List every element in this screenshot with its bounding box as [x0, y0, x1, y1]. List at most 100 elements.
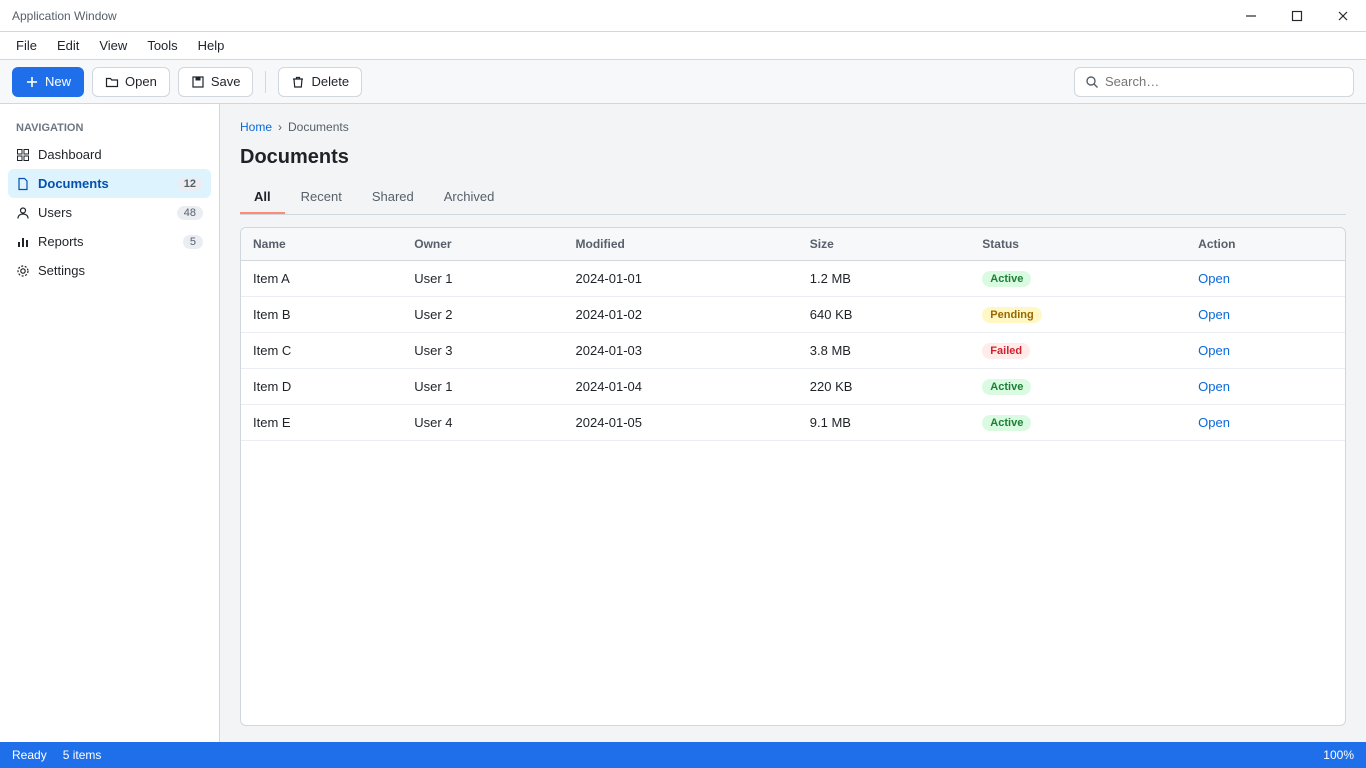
- table-row[interactable]: Item A User 1 2024-01-01 1.2 MB Active O…: [241, 260, 1345, 297]
- page-title: Documents: [240, 146, 349, 168]
- cell-size: 9.1 MB: [797, 404, 971, 441]
- window-controls: [1228, 0, 1366, 31]
- tab-all[interactable]: All: [240, 181, 285, 214]
- document-icon: [18, 177, 28, 190]
- table-row[interactable]: Item D User 1 2024-01-04 220 KB Active O…: [241, 368, 1345, 405]
- search-input[interactable]: [1105, 74, 1343, 89]
- open-link[interactable]: Open: [1198, 307, 1230, 322]
- menu-edit[interactable]: Edit: [47, 34, 89, 57]
- column-header[interactable]: Modified: [563, 228, 798, 261]
- tab-shared[interactable]: Shared: [358, 181, 428, 214]
- cell-owner: User 3: [402, 332, 564, 369]
- search-box[interactable]: [1074, 66, 1354, 97]
- table-row[interactable]: Item C User 3 2024-01-03 3.8 MB Failed O…: [241, 332, 1345, 369]
- cell-status: Failed: [970, 332, 1187, 369]
- cell-owner: User 1: [402, 260, 564, 297]
- open-button[interactable]: Open: [92, 66, 170, 97]
- bar-chart-icon: [18, 237, 28, 247]
- plus-icon: [27, 76, 37, 87]
- breadcrumb-home[interactable]: Home: [240, 120, 272, 134]
- cell-status: Pending: [970, 296, 1187, 333]
- sidebar-item-reports[interactable]: Reports 5: [8, 227, 211, 256]
- sidebar-item-documents[interactable]: Documents 12: [8, 169, 211, 198]
- cell-modified: 2024-01-04: [563, 368, 798, 405]
- zoom-level[interactable]: 100%: [1323, 748, 1354, 762]
- cell-modified: 2024-01-01: [563, 260, 798, 297]
- sidebar: Navigation Dashboard Documents 12 Users …: [0, 104, 220, 742]
- delete-button[interactable]: Delete: [278, 66, 363, 97]
- status-text: Ready: [12, 748, 47, 762]
- data-table: Name Owner Modified Size Status Action I…: [240, 227, 1346, 726]
- menu-help[interactable]: Help: [188, 34, 235, 57]
- status-badge: Active: [982, 271, 1032, 287]
- grid-icon: [17, 148, 29, 161]
- maximize-icon: [1291, 10, 1303, 21]
- sidebar-item-users[interactable]: Users 48: [8, 198, 211, 227]
- cell-status: Active: [970, 368, 1187, 405]
- minimize-icon: [1246, 14, 1256, 17]
- open-link[interactable]: Open: [1198, 379, 1230, 394]
- cell-status: Active: [970, 260, 1187, 297]
- menu-bar: File Edit View Tools Help: [0, 32, 1366, 60]
- sidebar-item-label: Users: [38, 205, 72, 220]
- minimize-button[interactable]: [1228, 0, 1274, 31]
- folder-icon: [105, 77, 119, 87]
- menu-view[interactable]: View: [89, 34, 137, 57]
- column-header[interactable]: Owner: [402, 228, 564, 261]
- sidebar-item-settings[interactable]: Settings: [8, 256, 211, 285]
- sidebar-item-count: 48: [176, 205, 203, 220]
- sidebar-item-dashboard[interactable]: Dashboard: [8, 140, 211, 169]
- cell-size: 220 KB: [797, 368, 971, 405]
- cell-size: 1.2 MB: [797, 260, 971, 297]
- table-row[interactable]: Item E User 4 2024-01-05 9.1 MB Active O…: [241, 404, 1345, 441]
- new-button[interactable]: New: [12, 66, 85, 97]
- cell-name: Item B: [241, 296, 403, 333]
- save-button-label: Save: [210, 74, 241, 89]
- save-button[interactable]: Save: [177, 66, 254, 97]
- cell-action: Open: [1186, 332, 1345, 369]
- new-button-label: New: [45, 74, 72, 89]
- item-count: 5 items: [62, 748, 102, 762]
- title-bar: Application Window: [0, 0, 1366, 32]
- sidebar-item-label: Dashboard: [38, 147, 102, 162]
- delete-button-label: Delete: [311, 74, 350, 89]
- toolbar: New Open Save Delete: [0, 60, 1366, 104]
- open-button-label: Open: [125, 74, 157, 89]
- cell-name: Item A: [241, 260, 403, 297]
- toolbar-divider: [265, 70, 267, 93]
- content-area: Navigation Dashboard Documents 12 Users …: [0, 104, 1366, 742]
- close-button[interactable]: [1320, 0, 1366, 31]
- column-header[interactable]: Status: [970, 228, 1187, 261]
- app-window: Application Window File Edit View Tools …: [0, 0, 1366, 768]
- open-link[interactable]: Open: [1198, 271, 1230, 286]
- maximize-button[interactable]: [1274, 0, 1320, 31]
- column-header[interactable]: Name: [241, 228, 403, 261]
- sidebar-item-label: Reports: [38, 234, 84, 249]
- column-header[interactable]: Size: [797, 228, 971, 261]
- table-row[interactable]: Item B User 2 2024-01-02 640 KB Pending …: [241, 296, 1345, 333]
- cell-owner: User 1: [402, 368, 564, 405]
- save-icon: [192, 75, 204, 88]
- cell-action: Open: [1186, 296, 1345, 333]
- tab-bar: All Recent Shared Archived: [240, 181, 1346, 215]
- sidebar-item-count: 12: [176, 176, 203, 191]
- tab-recent[interactable]: Recent: [287, 181, 356, 214]
- cell-action: Open: [1186, 260, 1345, 297]
- table-header-row: Name Owner Modified Size Status Action: [241, 228, 1345, 261]
- cell-name: Item D: [241, 368, 403, 405]
- open-link[interactable]: Open: [1198, 415, 1230, 430]
- menu-file[interactable]: File: [6, 34, 47, 57]
- sidebar-item-label: Documents: [38, 176, 109, 191]
- breadcrumb-separator: ›: [278, 120, 283, 134]
- search-icon: [1086, 75, 1098, 88]
- cell-action: Open: [1186, 404, 1345, 441]
- sidebar-item-count: 5: [182, 234, 203, 249]
- cell-modified: 2024-01-03: [563, 332, 798, 369]
- open-link[interactable]: Open: [1198, 343, 1230, 358]
- sidebar-heading: Navigation: [16, 122, 84, 134]
- cell-action: Open: [1186, 368, 1345, 405]
- sidebar-item-label: Settings: [38, 263, 85, 278]
- tab-archived[interactable]: Archived: [430, 181, 509, 214]
- menu-tools[interactable]: Tools: [137, 34, 187, 57]
- cell-owner: User 2: [402, 296, 564, 333]
